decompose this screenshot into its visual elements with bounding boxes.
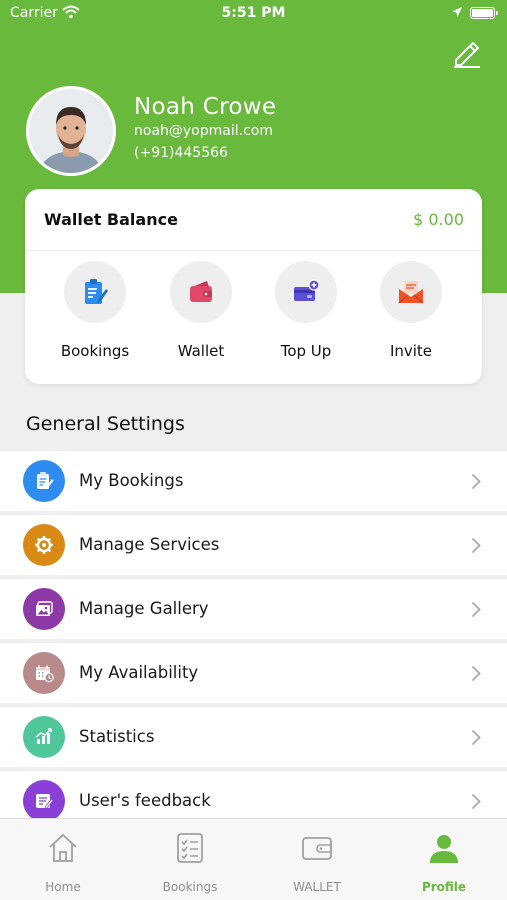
wallet-icon [302,837,332,860]
settings-item-my-bookings[interactable]: My Bookings [0,451,507,511]
tab-label: Bookings [162,880,218,894]
location-icon [451,6,463,22]
tab-wallet[interactable]: WALLET [254,819,380,900]
tab-label: Home [45,880,81,894]
settings-item-my-availability[interactable]: My Availability [0,643,507,703]
divider [25,250,482,251]
quick-action-invite[interactable]: Invite [361,261,461,371]
pencil-icon [454,42,480,68]
battery-icon [470,7,498,19]
gear-icon [23,524,65,566]
status-time: 5:51 PM [221,5,286,21]
settings-item-label: Statistics [79,727,155,746]
tab-bar: Home Bookings WALLET Profile [0,818,507,900]
tab-home[interactable]: Home [0,819,126,900]
envelope-icon [380,261,442,323]
clipboard-icon [23,460,65,502]
chevron-right-icon [471,537,481,554]
quick-action-label: Bookings [60,342,130,360]
settings-item-label: Manage Gallery [79,599,209,618]
feedback-icon [23,780,65,822]
settings-item-label: Manage Services [79,535,220,554]
chevron-right-icon [471,601,481,618]
chevron-right-icon [471,665,481,682]
chart-icon [23,716,65,758]
quick-action-label: Wallet [177,342,225,360]
home-icon [49,833,77,862]
profile-phone: (+91)445566 [134,145,228,161]
tab-profile[interactable]: Profile [381,819,507,900]
settings-item-manage-services[interactable]: Manage Services [0,515,507,575]
settings-item-label: My Availability [79,663,199,682]
wallet-icon [170,261,232,323]
settings-item-label: User's feedback [79,791,211,810]
quick-action-label: Invite [389,342,433,360]
profile-name: Noah Crowe [134,94,277,120]
clipboard-edit-icon [64,261,126,323]
chevron-right-icon [471,473,481,490]
checklist-icon [177,833,203,863]
settings-item-manage-gallery[interactable]: Manage Gallery [0,579,507,639]
avatar[interactable] [26,86,116,176]
quick-action-label: Top Up [280,342,332,360]
person-icon [430,835,458,863]
quick-action-wallet[interactable]: Wallet [151,261,251,371]
wallet-balance-label: Wallet Balance [44,210,178,229]
settings-list: My Bookings Manage Services Manage Galle… [0,451,507,835]
top-up-card-icon [275,261,337,323]
profile-email: noah@yopmail.com [134,123,273,139]
general-settings-title: General Settings [26,413,185,435]
avatar-image [29,89,113,173]
wallet-balance-amount: $ 0.00 [413,210,464,229]
tab-bookings[interactable]: Bookings [127,819,253,900]
quick-action-top-up[interactable]: Top Up [256,261,356,371]
settings-item-statistics[interactable]: Statistics [0,707,507,767]
edit-profile-button[interactable] [450,36,484,70]
status-bar: Carrier 5:51 PM [0,0,507,28]
settings-item-label: My Bookings [79,471,184,490]
chevron-right-icon [471,729,481,746]
tab-label: WALLET [293,880,341,894]
tab-label: Profile [421,880,467,894]
calendar-clock-icon [23,652,65,694]
chevron-right-icon [471,793,481,810]
quick-action-bookings[interactable]: Bookings [45,261,145,371]
gallery-icon [23,588,65,630]
wallet-card: Wallet Balance $ 0.00 Bookings Wallet To… [25,189,482,384]
